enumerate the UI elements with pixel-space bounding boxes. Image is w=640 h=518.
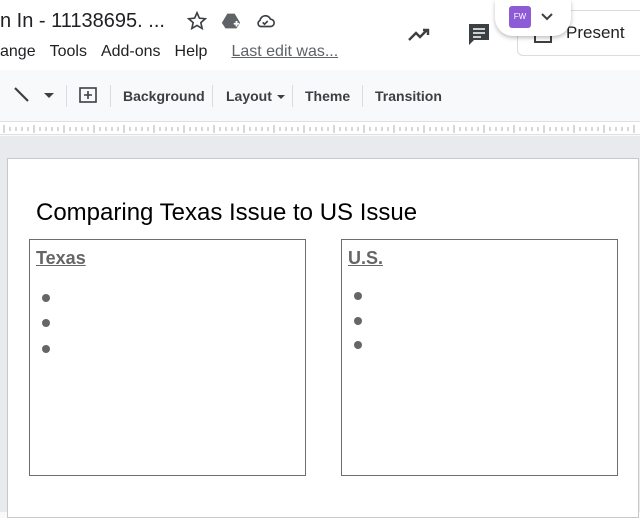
toolbar: Background Layout Theme Transition: [0, 77, 640, 115]
slide[interactable]: Comparing Texas Issue to US Issue Texas …: [7, 158, 639, 518]
extension-popup[interactable]: FW: [495, 0, 571, 36]
layout-button[interactable]: Layout: [226, 88, 286, 104]
ruler-ticks: [3, 125, 635, 133]
activity-trend-icon[interactable]: [405, 20, 433, 53]
title-icons: [186, 10, 276, 37]
menu-item-arrange[interactable]: ange: [0, 43, 36, 61]
background-button[interactable]: Background: [123, 88, 205, 104]
layout-label: Layout: [226, 88, 272, 104]
bullet-point: [354, 292, 362, 300]
toolbar-divider: [66, 85, 67, 107]
us-heading: U.S.: [348, 248, 384, 268]
bullet-point: [354, 341, 362, 349]
us-text-box[interactable]: U.S.: [341, 239, 618, 476]
bullet-point: [42, 345, 50, 353]
bullet-point: [354, 317, 362, 325]
texas-heading: Texas: [36, 248, 86, 268]
line-dropdown-icon[interactable]: [42, 89, 56, 105]
layout-dropdown-icon: [276, 95, 285, 99]
add-comment-icon[interactable]: [78, 86, 98, 109]
menu-item-tools[interactable]: Tools: [50, 43, 87, 61]
cloud-status-icon[interactable]: [254, 10, 276, 37]
move-to-drive-icon[interactable]: [220, 10, 242, 37]
texas-text-box[interactable]: Texas: [29, 239, 306, 476]
top-bar: n In - 11138695. ... ange Tools Add-ons …: [0, 0, 640, 70]
theme-button[interactable]: Theme: [305, 88, 350, 104]
toolbar-divider: [362, 85, 363, 107]
transition-button[interactable]: Transition: [375, 88, 442, 104]
document-title[interactable]: n In - 11138695. ...: [0, 10, 165, 33]
menu-bar: ange Tools Add-ons Help Last edit was...: [0, 43, 352, 61]
line-tool-icon[interactable]: [12, 85, 32, 108]
last-edit-link[interactable]: Last edit was...: [231, 43, 338, 61]
bullet-point: [42, 294, 50, 302]
star-icon[interactable]: [186, 10, 208, 37]
menu-item-help[interactable]: Help: [175, 43, 208, 61]
puzzle-extension-icon[interactable]: FW: [509, 6, 531, 28]
comments-icon[interactable]: [465, 20, 493, 53]
chevron-down-icon[interactable]: [539, 8, 555, 24]
toolbar-divider: [212, 85, 213, 107]
slide-title[interactable]: Comparing Texas Issue to US Issue: [36, 199, 417, 227]
toolbar-divider: [110, 85, 111, 107]
menu-item-addons[interactable]: Add-ons: [101, 43, 161, 61]
toolbar-divider: [292, 85, 293, 107]
header-actions: [405, 20, 493, 53]
bullet-point: [42, 319, 50, 327]
horizontal-ruler[interactable]: [0, 121, 640, 135]
